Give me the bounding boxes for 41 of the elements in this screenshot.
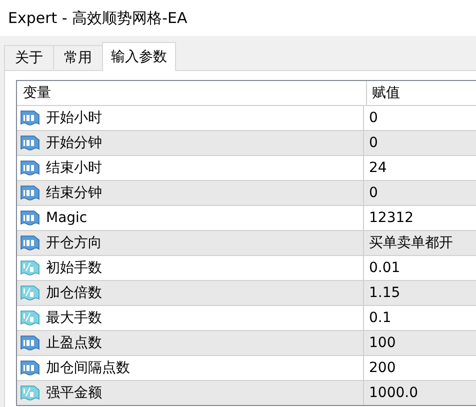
parameter-name: 加仓间隔点数: [46, 359, 130, 377]
integer-type-icon: [20, 134, 40, 152]
parameter-value[interactable]: 100: [369, 335, 396, 351]
parameter-value[interactable]: 24: [369, 160, 387, 176]
parameter-value[interactable]: 0: [369, 135, 378, 151]
parameter-value[interactable]: 买单卖单都开: [369, 234, 453, 252]
parameter-value[interactable]: 12312: [369, 210, 414, 226]
parameter-name: 开仓方向: [46, 234, 102, 252]
parameter-value[interactable]: 0.1: [369, 310, 392, 326]
tab[interactable]: 关于: [4, 45, 54, 70]
parameter-value[interactable]: 0: [369, 185, 378, 201]
integer-type-icon: [20, 109, 40, 127]
parameter-name: 最大手数: [46, 309, 102, 327]
fraction-type-icon: [20, 309, 40, 327]
parameter-name: 初始手数: [46, 259, 102, 277]
parameter-value[interactable]: 1.15: [369, 285, 400, 301]
column-header: 变量: [23, 84, 51, 102]
parameter-name: Magic: [46, 210, 88, 226]
integer-type-icon: [20, 359, 40, 377]
parameter-value[interactable]: 200: [369, 360, 396, 376]
parameter-name: 开始分钟: [46, 134, 102, 152]
parameter-name: 开始小时: [46, 109, 102, 127]
tab[interactable]: 输入参数: [102, 42, 176, 71]
column-header: 赋值: [372, 84, 400, 102]
integer-type-icon: [20, 234, 40, 252]
fraction-type-icon: [20, 284, 40, 302]
fraction-type-icon: [20, 259, 40, 277]
parameter-value[interactable]: 0.01: [369, 260, 400, 276]
parameter-name: 结束小时: [46, 159, 102, 177]
parameter-value[interactable]: 1000.0: [369, 385, 418, 401]
window-title: Expert - 高效顺势网格-EA: [8, 8, 188, 28]
integer-type-icon: [20, 184, 40, 202]
integer-type-icon: [20, 209, 40, 227]
integer-type-icon: [20, 334, 40, 352]
parameter-name: 结束分钟: [46, 184, 102, 202]
parameter-value[interactable]: 0: [369, 110, 378, 126]
parameter-name: 止盈点数: [46, 334, 102, 352]
parameter-name: 加仓倍数: [46, 284, 102, 302]
parameter-name: 强平金额: [46, 384, 102, 402]
integer-type-icon: [20, 159, 40, 177]
fraction-type-icon: [20, 384, 40, 402]
